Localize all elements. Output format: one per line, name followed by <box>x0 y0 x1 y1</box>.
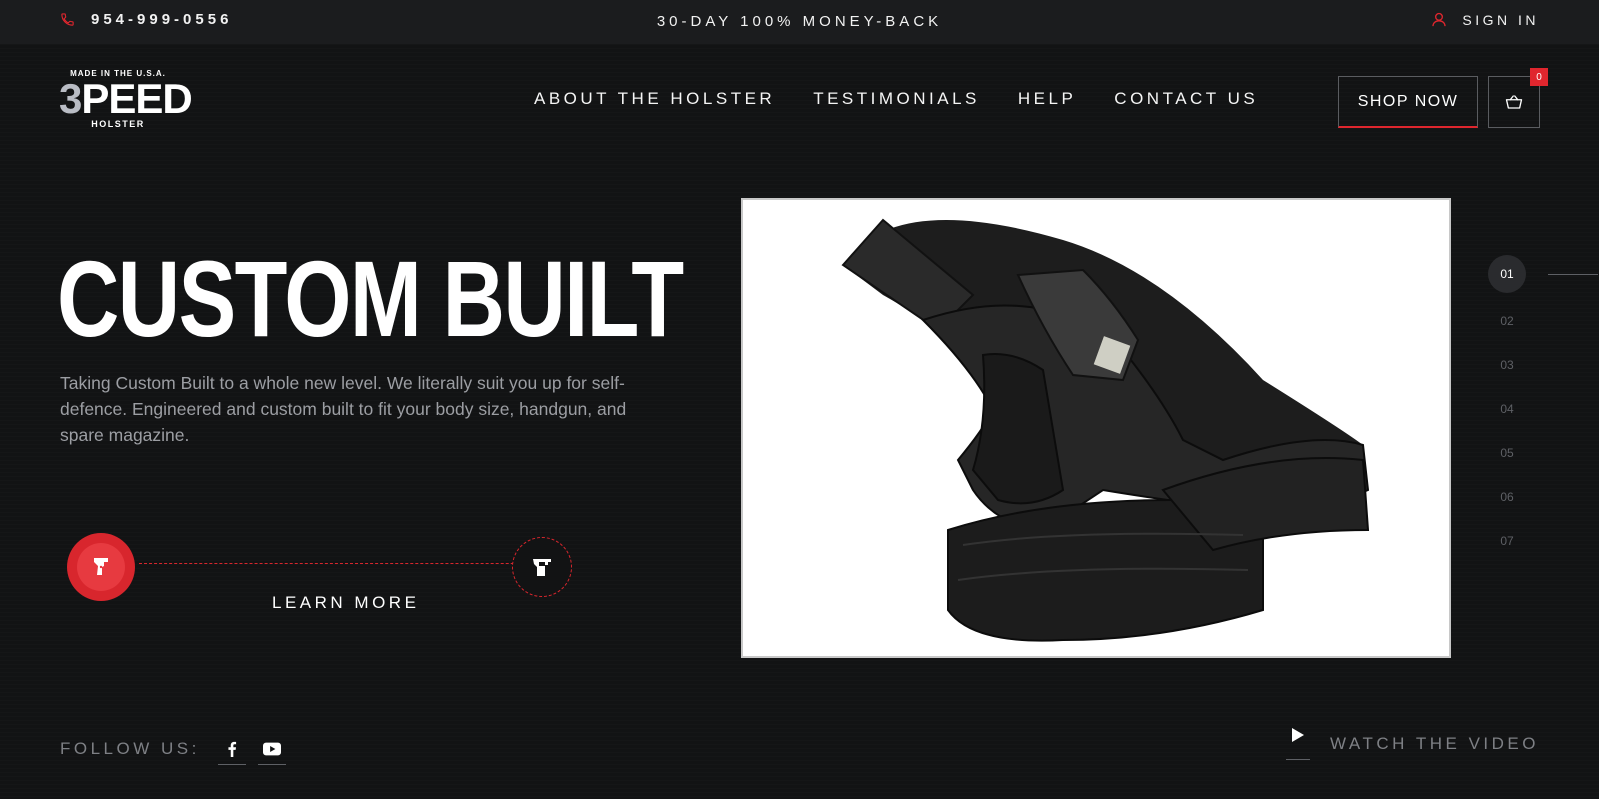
learn-more-start-button[interactable] <box>67 533 135 601</box>
dashed-connector <box>139 563 569 564</box>
youtube-link[interactable] <box>257 733 286 765</box>
logo-wordmark: 3PEED <box>59 75 193 122</box>
facebook-icon <box>228 741 236 757</box>
pager-item-01[interactable]: 01 <box>1488 255 1526 293</box>
holster-illustration <box>841 218 1370 642</box>
learn-more-link[interactable]: LEARN MORE <box>272 593 419 613</box>
nav-testimonials[interactable]: TESTIMONIALS <box>813 89 980 109</box>
play-button[interactable] <box>1286 728 1311 760</box>
pager-item-07[interactable]: 07 <box>1488 519 1526 563</box>
hero-title: CUSTOM BUILT <box>57 238 684 359</box>
pager-item-03[interactable]: 03 <box>1488 343 1526 387</box>
pager-active-line <box>1548 274 1598 275</box>
basket-icon <box>1505 95 1523 109</box>
play-icon <box>1292 728 1305 742</box>
shop-now-button[interactable]: SHOP NOW <box>1338 76 1478 128</box>
pager-item-02[interactable]: 02 <box>1488 299 1526 343</box>
user-icon <box>1432 12 1447 27</box>
main-nav: ABOUT THE HOLSTER TESTIMONIALS HELP CONT… <box>534 89 1258 109</box>
follow-us-label: FOLLOW US: <box>60 739 200 758</box>
follow-us: FOLLOW US: <box>60 733 298 765</box>
pager-item-06[interactable]: 06 <box>1488 475 1526 519</box>
cart-count-badge: 0 <box>1530 68 1548 86</box>
youtube-icon <box>262 742 281 755</box>
sign-in-link[interactable]: SIGN IN <box>1431 11 1539 28</box>
nav-about-the-holster[interactable]: ABOUT THE HOLSTER <box>534 89 775 109</box>
nav-help[interactable]: HELP <box>1018 89 1076 109</box>
facebook-link[interactable] <box>217 733 246 765</box>
holster-product-image <box>741 198 1451 658</box>
sign-in-label: SIGN IN <box>1462 11 1539 28</box>
watch-video-label: WATCH THE VIDEO <box>1330 734 1539 753</box>
top-bar: 954-999-0556 30-DAY 100% MONEY-BACK SIGN… <box>0 0 1599 44</box>
pistol-icon <box>94 558 108 575</box>
brand-logo[interactable]: MADE IN THE U.S.A. 3PEED HOLSTER <box>59 69 193 133</box>
promo-text: 30-DAY 100% MONEY-BACK <box>656 13 943 30</box>
pager-item-04[interactable]: 04 <box>1488 387 1526 431</box>
learn-more-control: LEARN MORE <box>67 533 577 613</box>
slide-pager: 01 02 03 04 05 06 07 <box>1488 255 1598 563</box>
watch-video[interactable]: WATCH THE VIDEO <box>1286 728 1539 760</box>
pager-item-05[interactable]: 05 <box>1488 431 1526 475</box>
hero-description: Taking Custom Built to a whole new level… <box>60 373 627 445</box>
holster-icon <box>533 559 551 576</box>
learn-more-end-button[interactable] <box>512 537 572 597</box>
nav-contact-us[interactable]: CONTACT US <box>1114 89 1258 109</box>
